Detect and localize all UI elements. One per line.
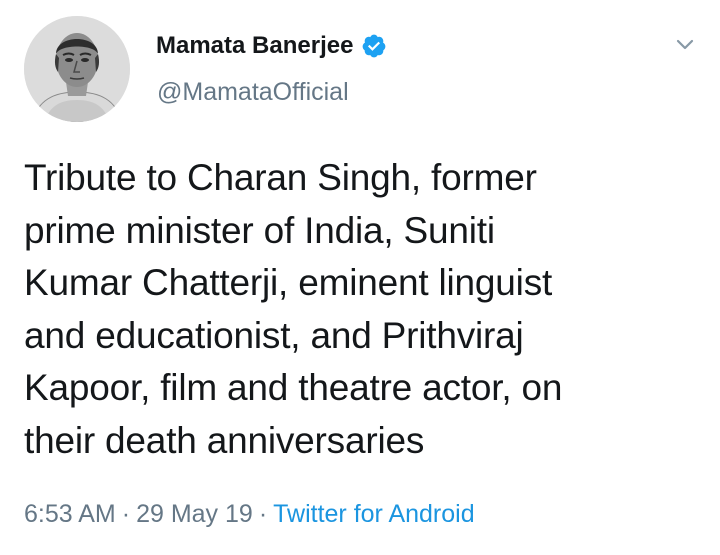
display-name[interactable]: Mamata Banerjee [156, 32, 353, 60]
verified-badge-icon [361, 33, 387, 59]
tweet-text-line: Tribute to Charan Singh, former [24, 157, 537, 198]
tweet-card: Mamata Banerjee @MamataOfficial Tribute … [0, 0, 720, 555]
tweet-text-line: prime minister of India, Suniti [24, 209, 495, 251]
tweet-meta: 6:53 AM · 29 May 19 · Twitter for Android [24, 500, 475, 529]
meta-separator: · [258, 500, 268, 528]
chevron-down-icon[interactable] [670, 30, 700, 60]
tweet-time[interactable]: 6:53 AM [24, 500, 116, 528]
author-name-row: Mamata Banerjee [156, 29, 387, 63]
tweet-text: Tribute to Charan Singh, former prime mi… [24, 152, 704, 467]
tweet-text-line: and educationist, and Prithviraj [24, 314, 524, 356]
portrait-avatar [24, 16, 130, 122]
user-handle[interactable]: @MamataOfficial [157, 78, 349, 107]
tweet-text-line: Kapoor, film and theatre actor, on [24, 367, 563, 408]
avatar[interactable] [24, 16, 130, 122]
tweet-text-line: their death anniversaries [24, 419, 425, 461]
tweet-text-line: Kumar Chatterji, eminent linguist [24, 262, 553, 303]
meta-separator: · [121, 500, 131, 528]
tweet-source-link[interactable]: Twitter for Android [273, 500, 474, 528]
tweet-date[interactable]: 29 May 19 [136, 500, 253, 528]
